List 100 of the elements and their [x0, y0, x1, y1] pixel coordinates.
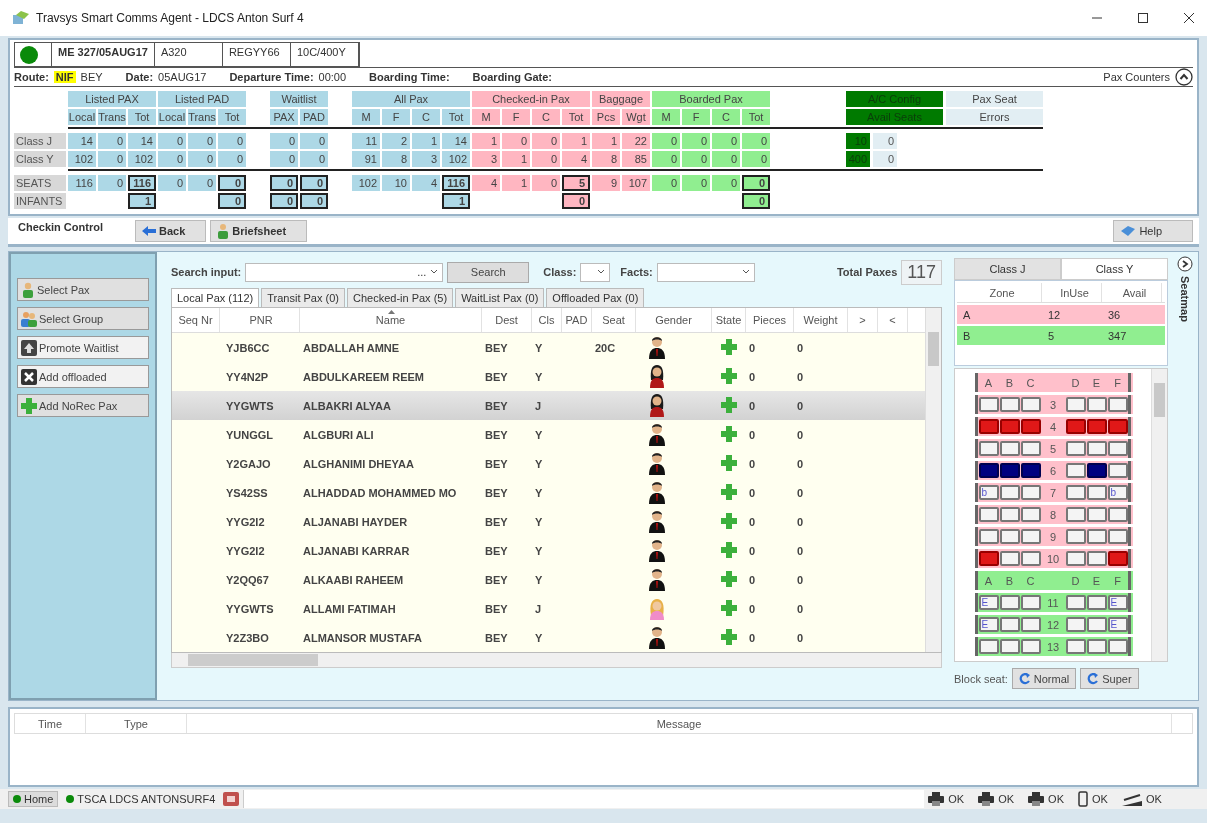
seat[interactable] — [1107, 419, 1128, 434]
column-header[interactable]: Cls — [532, 308, 562, 332]
seat[interactable] — [978, 551, 999, 566]
seatmap-scrollbar[interactable] — [1151, 369, 1167, 661]
promote-button[interactable]: Promote Waitlist — [17, 336, 149, 359]
pnr-cell-text: YUNGGL — [225, 428, 275, 441]
column-header[interactable]: Weight — [794, 308, 848, 332]
column-header[interactable]: < — [878, 308, 908, 332]
status-tab[interactable]: Home — [8, 791, 59, 807]
expand-icon[interactable] — [1177, 256, 1193, 272]
seat[interactable]: E — [1107, 617, 1128, 632]
passenger-row[interactable]: YYGWTS ALBAKRI ALYAA BEY J 0 0 — [172, 391, 925, 420]
pax-counters-label: Pax Counters — [1103, 71, 1170, 83]
column-header[interactable]: > — [848, 308, 878, 332]
counter-cell: 102 — [68, 151, 96, 167]
seat[interactable] — [1020, 463, 1041, 478]
seat[interactable] — [1020, 419, 1041, 434]
seat[interactable] — [978, 463, 999, 478]
seat[interactable]: E — [1107, 595, 1128, 610]
pax-tab[interactable]: Transit Pax (0) — [261, 288, 345, 307]
class-tab[interactable]: Class Y — [1061, 258, 1168, 280]
route-label: Route: — [14, 71, 49, 83]
column-header[interactable]: Message — [187, 714, 1172, 733]
in-use-cell-text: 5 — [1047, 329, 1056, 342]
pax-tab[interactable]: WaitList Pax (0) — [455, 288, 545, 307]
column-header[interactable]: Name — [300, 308, 482, 332]
add-state-icon — [721, 483, 737, 500]
passenger-row[interactable]: YS42SS ALHADDAD MOHAMMED MO BEY Y 0 0 — [172, 478, 925, 507]
pax-tab[interactable]: Checked-in Pax (5) — [346, 288, 454, 307]
counter-cell: 0 — [270, 133, 298, 149]
column-header[interactable]: Type — [86, 714, 187, 733]
passenger-row[interactable]: YYG2I2 ALJANABI HAYDER BEY Y 0 0 — [172, 507, 925, 536]
column-header[interactable]: PAD — [562, 308, 592, 332]
passenger-row[interactable]: YJB6CC ABDALLAH AMNE BEY Y 20C 0 0 — [172, 333, 925, 362]
add-button[interactable]: Add NoRec Pax — [17, 394, 149, 417]
column-header[interactable]: Gender — [636, 308, 712, 332]
column-header[interactable]: State — [712, 308, 746, 332]
passenger-row[interactable]: YY4N2P ABDULKAREEM REEM BEY Y 0 0 — [172, 362, 925, 391]
briefsheet-button[interactable]: Briefsheet — [210, 220, 308, 242]
column-header[interactable]: Seq Nr — [172, 308, 220, 332]
passenger-row[interactable]: Y2Z3BO ALMANSOR MUSTAFA BEY Y 0 0 — [172, 623, 925, 652]
counter-cell: 0 — [158, 175, 186, 191]
seat[interactable] — [1065, 419, 1086, 434]
search-input[interactable]: ... — [245, 262, 444, 282]
pax-tab[interactable]: Local Pax (112) — [171, 288, 260, 307]
group-header: Checked-in Pax — [472, 91, 590, 107]
counter-cell: 0 — [652, 133, 680, 149]
status-tab[interactable]: TSCA LDCS ANTONSURF4 — [62, 792, 220, 806]
maximize-icon[interactable] — [1137, 12, 1149, 24]
name-cell-text: ALGBURI ALI — [302, 428, 375, 441]
column-header[interactable]: Pieces — [746, 308, 794, 332]
search-button[interactable]: Search — [447, 261, 530, 283]
seat[interactable] — [1086, 463, 1107, 478]
seat[interactable] — [999, 419, 1020, 434]
seat[interactable] — [1107, 551, 1128, 566]
seatmap-label[interactable]: Seatmap — [1179, 276, 1191, 322]
person-button[interactable]: Select Pax — [17, 278, 149, 301]
seat[interactable]: b — [1107, 485, 1128, 500]
group-button[interactable]: Select Group — [17, 307, 149, 330]
zone-cell-text: A — [962, 308, 972, 321]
total-paxes-value: 117 — [901, 259, 942, 285]
help-button[interactable]: Help — [1113, 220, 1193, 242]
column-header[interactable]: Time — [15, 714, 86, 733]
counter-cell: 3 — [412, 151, 440, 167]
back-button[interactable]: Back — [134, 220, 207, 242]
pax-tab[interactable]: Offloaded Pax (0) — [546, 288, 645, 307]
seat[interactable] — [978, 419, 999, 434]
passenger-row[interactable]: Y2QQ67 ALKAABI RAHEEM BEY Y 0 0 — [172, 565, 925, 594]
pieces-cell-text: 0 — [748, 631, 757, 644]
passenger-row[interactable]: Y2GAJO ALGHANIMI DHEYAA BEY Y 0 0 — [172, 449, 925, 478]
block-seat-button[interactable]: Super — [1080, 668, 1139, 689]
seat[interactable]: E — [978, 617, 999, 632]
passenger-row[interactable]: YYG2I2 ALJANABI KARRAR BEY Y 0 0 — [172, 536, 925, 565]
passenger-row[interactable]: YYGWTS ALLAMI FATIMAH BEY J 0 0 — [172, 594, 925, 623]
zone-row[interactable]: A 12 36 — [957, 305, 1165, 324]
counter-cell: 107 — [622, 175, 650, 191]
block-seat-button[interactable]: Normal — [1011, 668, 1077, 689]
vertical-scrollbar[interactable] — [925, 308, 941, 652]
collapse-icon[interactable] — [1175, 68, 1193, 86]
checkin-control-tab[interactable]: Checkin Control — [8, 218, 131, 233]
column-header[interactable]: Dest — [482, 308, 532, 332]
column-header: Local — [68, 109, 96, 125]
seat[interactable]: b — [978, 485, 999, 500]
horizontal-scrollbar[interactable] — [171, 653, 942, 668]
seat[interactable] — [999, 463, 1020, 478]
counter-cell: 0 — [652, 175, 680, 191]
man-icon — [648, 421, 666, 446]
passenger-row[interactable]: YUNGGL ALGBURI ALI BEY Y 0 0 — [172, 420, 925, 449]
seat[interactable]: E — [978, 595, 999, 610]
counter-cell: 1 — [128, 193, 156, 209]
zone-row[interactable]: B 5 347 — [957, 326, 1165, 345]
offload-button[interactable]: Add offloaded — [17, 365, 149, 388]
column-header[interactable]: Seat — [592, 308, 636, 332]
class-tab[interactable]: Class J — [954, 258, 1061, 280]
seat[interactable] — [1086, 419, 1107, 434]
caret-icon — [430, 269, 439, 275]
column-header[interactable]: PNR — [220, 308, 300, 332]
pieces-cell-text: 0 — [748, 399, 757, 412]
counter-cell: 1 — [562, 133, 590, 149]
close-icon[interactable] — [1183, 12, 1195, 24]
